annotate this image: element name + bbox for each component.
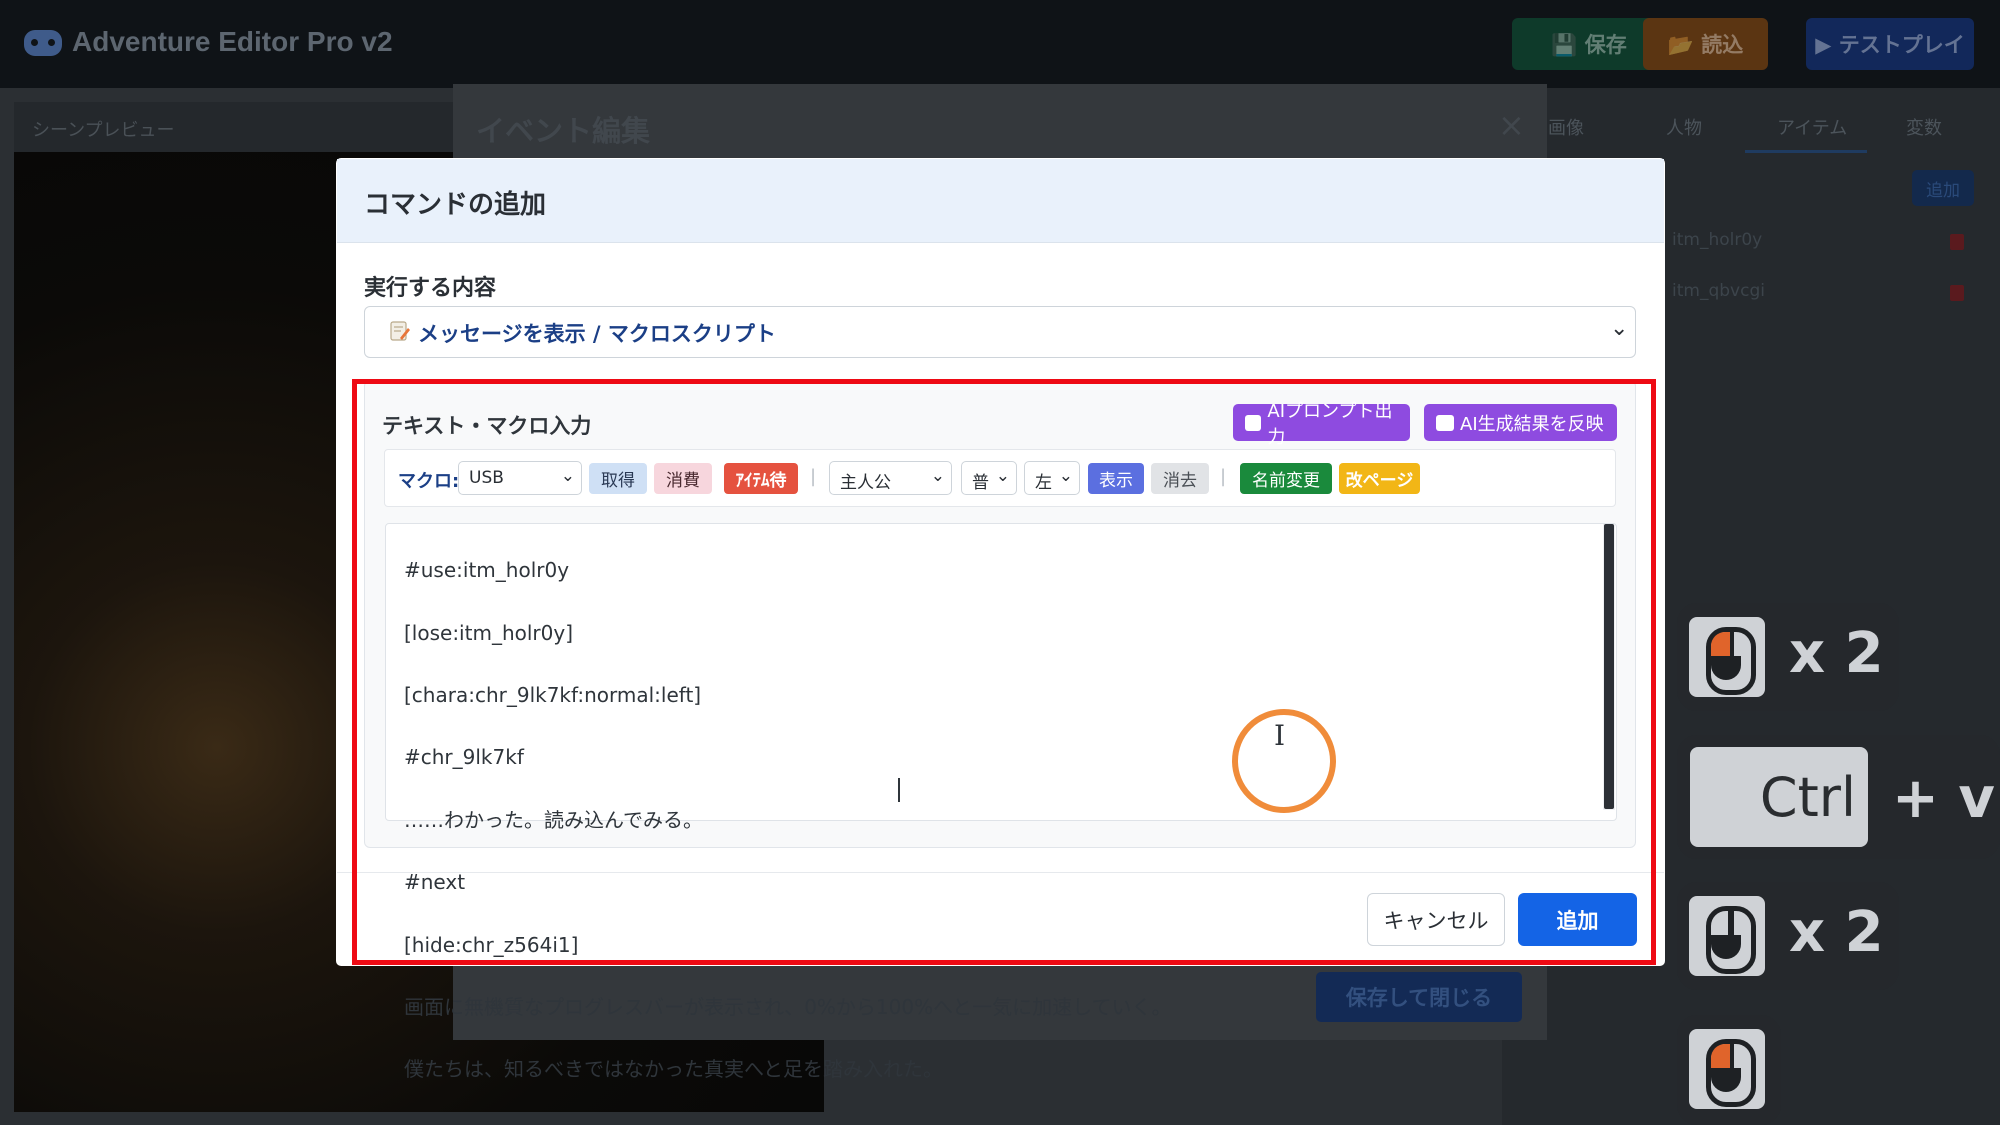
load-button[interactable]: 📂 読込: [1643, 18, 1768, 70]
add-item-button[interactable]: 追加: [1912, 170, 1974, 206]
single-click-indicator: [1677, 1015, 1781, 1125]
test-play-button[interactable]: ▶ テストプレイ: [1806, 18, 1974, 70]
highlight-annotation: [352, 379, 1656, 965]
double-click-indicator: x 2: [1677, 882, 1899, 990]
script-line: 僕たちは、知るべきではなかった真実へと足を踏み入れた。: [404, 1057, 943, 1082]
active-tab-indicator: [1745, 150, 1867, 153]
double-click-indicator: x 2: [1677, 603, 1899, 711]
close-icon[interactable]: ×: [1498, 106, 1525, 144]
memo-icon: [390, 321, 410, 341]
gamepad-icon: [24, 30, 62, 56]
repeat-count: x 2: [1789, 621, 1884, 686]
paste-key: + v: [1892, 766, 1995, 831]
item-row[interactable]: itm_holr0y: [1672, 230, 1762, 250]
mouse-wheel-click-icon: [1689, 896, 1765, 976]
trash-icon[interactable]: [1950, 234, 1964, 250]
script-line: 画面に無機質なプログレスバーが表示され、0%から100%へと一気に加速していく。: [404, 995, 1172, 1020]
chevron-down-icon: ⌄: [1610, 316, 1629, 341]
command-type-value: メッセージを表示 / マクロスクリプト: [418, 322, 776, 346]
mouse-left-click-icon: [1689, 617, 1765, 697]
tab-variables[interactable]: 変数: [1906, 114, 1942, 140]
mouse-left-click-icon: [1689, 1029, 1765, 1109]
app-title: Adventure Editor Pro v2: [72, 26, 393, 57]
tab-items[interactable]: アイテム: [1777, 114, 1847, 140]
tab-characters[interactable]: 人物: [1666, 114, 1702, 140]
modal-title: コマンドの追加: [364, 190, 547, 220]
ctrl-key: Ctrl: [1690, 747, 1868, 847]
trash-icon[interactable]: [1950, 285, 1964, 301]
repeat-count: x 2: [1789, 900, 1884, 965]
exec-label: 実行する内容: [364, 276, 497, 301]
item-row[interactable]: itm_qbvcgi: [1672, 281, 1765, 301]
event-edit-title: イベント編集: [476, 114, 651, 148]
tab-images[interactable]: 画像: [1548, 114, 1584, 140]
